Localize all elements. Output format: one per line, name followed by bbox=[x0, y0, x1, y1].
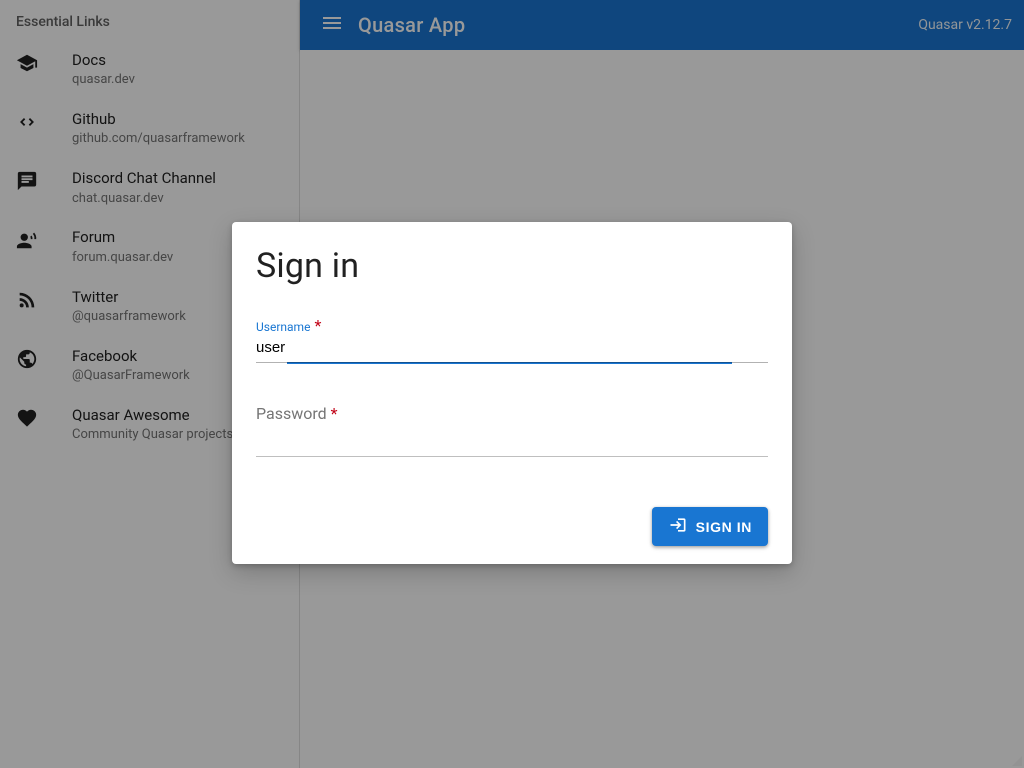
signin-dialog: Sign in Username * Password * SIGN IN bbox=[232, 222, 792, 564]
username-input[interactable] bbox=[256, 335, 768, 363]
signin-button[interactable]: SIGN IN bbox=[652, 507, 768, 546]
password-input[interactable] bbox=[256, 429, 768, 457]
dialog-title: Sign in bbox=[256, 246, 768, 286]
username-field: Username * bbox=[256, 316, 768, 364]
required-asterisk: * bbox=[314, 316, 321, 335]
dialog-actions: SIGN IN bbox=[256, 507, 768, 546]
signin-button-label: SIGN IN bbox=[696, 519, 752, 535]
username-label: Username bbox=[256, 320, 310, 334]
login-icon bbox=[668, 515, 688, 538]
password-field: Password * bbox=[256, 404, 768, 457]
required-asterisk: * bbox=[331, 404, 338, 423]
password-label: Password bbox=[256, 404, 327, 423]
resize-grip[interactable] bbox=[1008, 752, 1022, 766]
